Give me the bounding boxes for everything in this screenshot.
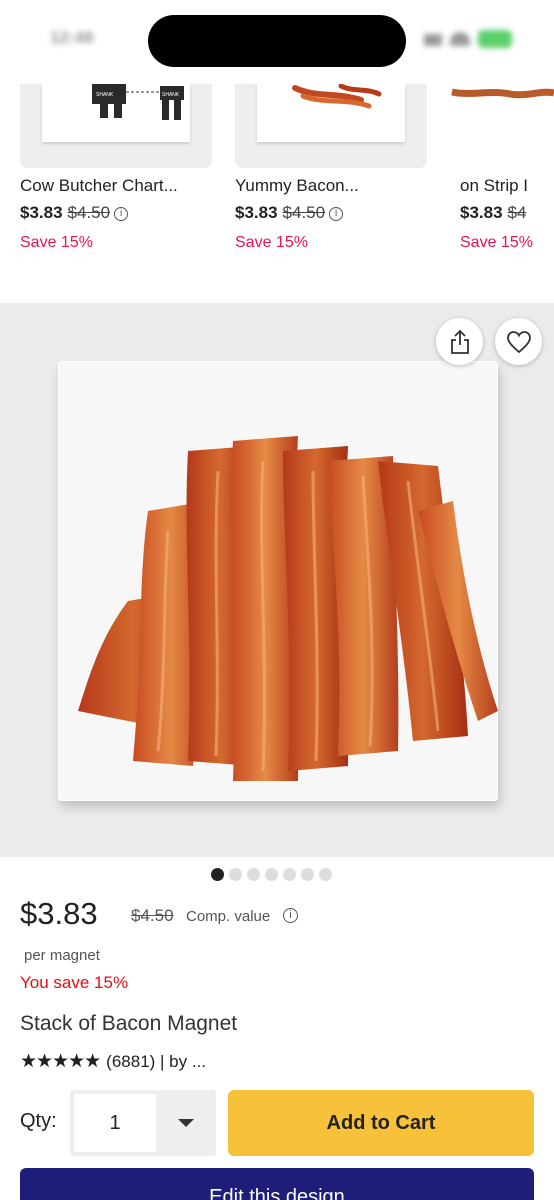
- review-count[interactable]: (6881): [106, 1052, 155, 1072]
- bacon-stack-illustration: [78, 436, 498, 781]
- related-product-price: $3.83 $4.50 i: [20, 203, 129, 223]
- gallery-dot[interactable]: [229, 868, 242, 881]
- product-title: Stack of Bacon Magnet: [20, 1012, 238, 1035]
- related-product-card[interactable]: Yummy Bacon... $3.83 $4.50 i Save 15%: [235, 84, 427, 264]
- product-image-gallery[interactable]: [0, 303, 554, 857]
- shank-label: SHANK: [96, 92, 114, 98]
- dynamic-island: [148, 15, 406, 67]
- related-save-badge: Save 15%: [235, 234, 308, 251]
- related-product-image[interactable]: [235, 84, 427, 168]
- gallery-dot[interactable]: [247, 868, 260, 881]
- related-price-now: $3.83: [235, 203, 278, 222]
- bacon-illustration: [292, 84, 382, 109]
- gallery-dot[interactable]: [265, 868, 278, 881]
- shank-label: SHANK: [162, 92, 180, 98]
- related-price-now: $3.83: [460, 203, 503, 222]
- related-product-price: $3.83 $4: [460, 203, 526, 223]
- related-product-card[interactable]: on Strip I $3.83 $4 Save 15%: [450, 84, 554, 264]
- star-rating: ★★★★★: [20, 1051, 101, 1072]
- related-price-was: $4.50: [282, 203, 326, 222]
- gallery-pagination[interactable]: [211, 868, 332, 882]
- signal-icon: [424, 34, 442, 46]
- favorite-button[interactable]: [495, 318, 542, 365]
- wifi-icon: [450, 32, 470, 46]
- you-save-label: You save 15%: [20, 973, 129, 992]
- related-product-name[interactable]: Yummy Bacon...: [235, 176, 359, 196]
- status-icons: [424, 28, 514, 50]
- product-image[interactable]: [58, 361, 498, 801]
- related-product-card[interactable]: SHANK SHANK Cow Butcher Chart... $3.83 $4…: [20, 84, 212, 264]
- per-unit-label: per magnet: [24, 947, 100, 964]
- info-icon[interactable]: i: [114, 207, 129, 221]
- edit-design-button[interactable]: Edit this design: [20, 1168, 534, 1200]
- add-to-cart-button[interactable]: Add to Cart: [228, 1090, 534, 1156]
- comp-value-label: Comp. value: [186, 908, 271, 925]
- info-icon[interactable]: i: [329, 207, 344, 221]
- gallery-dot[interactable]: [283, 868, 296, 881]
- gallery-dot[interactable]: [211, 868, 224, 881]
- share-button[interactable]: [436, 318, 483, 365]
- related-price-was: $4.50: [67, 203, 111, 222]
- gallery-dot[interactable]: [301, 868, 314, 881]
- quantity-select[interactable]: 1: [70, 1090, 216, 1156]
- quantity-value[interactable]: 1: [74, 1094, 156, 1152]
- related-products-row[interactable]: SHANK SHANK Cow Butcher Chart... $3.83 $4…: [0, 84, 554, 264]
- info-icon[interactable]: i: [283, 908, 298, 923]
- product-price: $3.83: [20, 896, 98, 931]
- related-product-image[interactable]: SHANK SHANK: [20, 84, 212, 168]
- chevron-down-icon[interactable]: [178, 1119, 194, 1127]
- bacon-strip-illustration: [451, 88, 554, 99]
- status-time: 12:48: [50, 28, 94, 47]
- share-icon: [450, 329, 469, 354]
- related-save-badge: Save 15%: [20, 234, 93, 251]
- battery-icon: [478, 30, 512, 48]
- cow-chart-illustration: SHANK SHANK: [92, 84, 184, 120]
- gallery-dot[interactable]: [319, 868, 332, 881]
- related-price-now: $3.83: [20, 203, 63, 222]
- related-product-image[interactable]: [450, 84, 554, 168]
- status-bar: 12:48: [0, 0, 554, 84]
- related-product-price: $3.83 $4.50 i: [235, 203, 344, 223]
- designer-link[interactable]: | by ...: [160, 1052, 206, 1072]
- product-price-was: $4.50: [131, 906, 174, 925]
- related-product-name[interactable]: Cow Butcher Chart...: [20, 176, 178, 196]
- related-price-was: $4: [507, 203, 527, 222]
- qty-label: Qty:: [20, 1110, 57, 1132]
- related-save-badge: Save 15%: [460, 234, 533, 251]
- rating-row[interactable]: ★★★★★ (6881) | by ...: [20, 1050, 206, 1073]
- heart-icon: [506, 330, 531, 353]
- related-product-name[interactable]: on Strip I: [460, 176, 528, 196]
